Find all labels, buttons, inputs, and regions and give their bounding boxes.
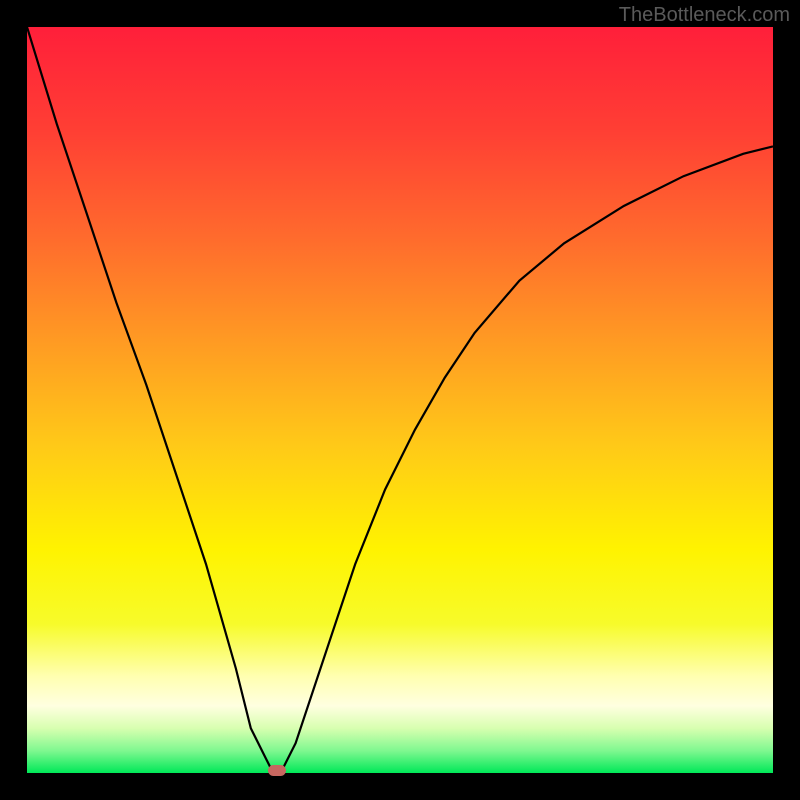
- chart-area: [27, 27, 773, 773]
- bottleneck-curve: [27, 27, 773, 773]
- minimum-marker: [268, 765, 286, 776]
- watermark-text: TheBottleneck.com: [619, 4, 790, 27]
